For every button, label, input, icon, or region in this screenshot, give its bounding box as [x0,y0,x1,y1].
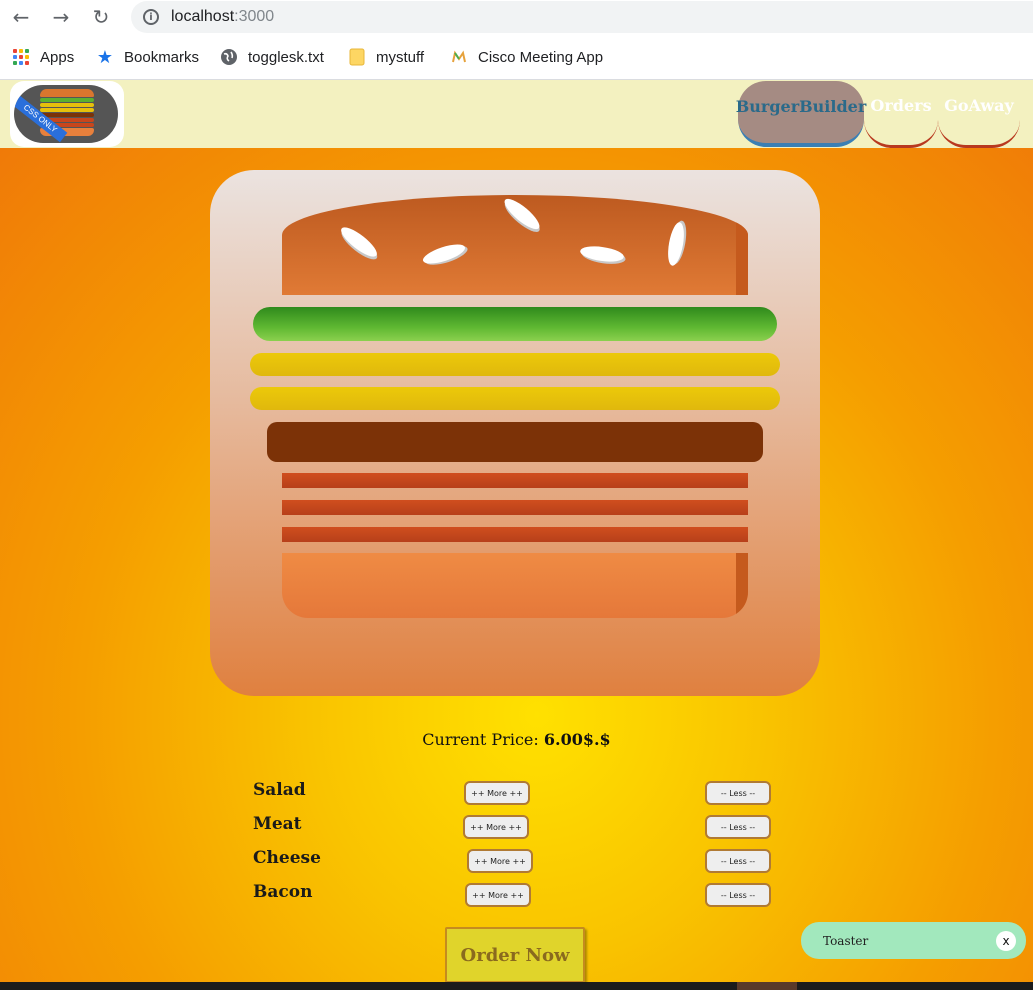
control-label: Meat [253,814,302,834]
bookmark-label: Bookmarks [124,48,200,66]
bookmark-cisco[interactable]: Cisco Meeting App [450,46,603,68]
bookmark-bookmarks[interactable]: ★ Bookmarks [96,46,199,68]
bookmarks-bar: Apps ★ Bookmarks togglesk.txt mystuff Ci… [0,38,1033,78]
ingredient-cheese [250,353,780,376]
less-salad-button[interactable]: -- Less -- [705,781,771,805]
control-label: Cheese [253,848,321,868]
ingredient-cheese [250,387,780,410]
build-control-meat: Meat ++ More ++ -- Less -- [253,814,773,840]
bookmark-apps[interactable]: Apps [12,46,74,68]
ingredient-bacon [282,527,748,542]
build-control-cheese: Cheese ++ More ++ -- Less -- [253,848,773,874]
seed-icon [500,195,544,234]
bookmark-label: mystuff [376,48,425,66]
burger-preview [210,170,820,696]
nav-orders[interactable]: Orders [864,80,938,148]
seed-icon [420,240,468,268]
address-bar[interactable]: i localhost:3000 [131,1,1033,33]
cisco-icon [450,48,468,66]
bookmark-label: Apps [40,48,75,66]
toaster-notification: Toaster x [801,922,1026,959]
price-label: Current Price: [422,730,539,749]
nav-burgerbuilder[interactable]: BurgerBuilder [736,81,866,147]
bread-bottom [282,553,748,618]
globe-icon [220,48,238,66]
ingredient-bacon [282,500,748,515]
control-label: Salad [253,780,306,800]
reload-icon[interactable]: ↻ [88,4,114,30]
bookmark-label: togglesk.txt [248,48,324,66]
bread-top [282,195,748,295]
price-value: 6.00$.$ [543,730,611,749]
app-toolbar: CSS ONLY BurgerBuilder Orders GoAway [0,80,1033,148]
more-salad-button[interactable]: ++ More ++ [464,781,530,805]
less-bacon-button[interactable]: -- Less -- [705,883,771,907]
seed-icon [665,221,687,267]
order-now-button[interactable]: Order Now [445,927,585,983]
bookmark-mystuff[interactable]: mystuff [348,46,424,68]
current-price: Current Price: 6.00$.$ [0,730,1033,749]
bookmark-togglesk[interactable]: togglesk.txt [220,46,324,68]
build-control-salad: Salad ++ More ++ -- Less -- [253,780,773,806]
more-meat-button[interactable]: ++ More ++ [463,815,529,839]
close-icon[interactable]: x [996,931,1016,951]
nav-goaway[interactable]: GoAway [938,80,1020,148]
browser-toolbar: ← → ↻ i localhost:3000 [0,0,1033,34]
more-bacon-button[interactable]: ++ More ++ [465,883,531,907]
toaster-text: Toaster [823,933,869,948]
folder-icon [348,48,366,66]
logo[interactable]: CSS ONLY [10,81,124,147]
forward-arrow-icon[interactable]: → [48,4,74,30]
less-cheese-button[interactable]: -- Less -- [705,849,771,873]
ingredient-bacon [282,473,748,488]
ingredient-salad [253,307,777,341]
info-icon[interactable]: i [143,9,159,25]
taskbar-strip [0,982,1033,990]
seed-icon [337,222,381,262]
more-cheese-button[interactable]: ++ More ++ [467,849,533,873]
build-control-bacon: Bacon ++ More ++ -- Less -- [253,882,773,908]
main-content: Current Price: 6.00$.$ Salad ++ More ++ … [0,148,1033,983]
bookmark-label: Cisco Meeting App [478,48,604,66]
apps-grid-icon [12,48,30,66]
star-icon: ★ [96,46,114,67]
back-arrow-icon[interactable]: ← [8,4,34,30]
logo-badge: CSS ONLY [14,85,118,143]
seed-icon [579,244,625,264]
url-text: localhost:3000 [171,8,275,25]
control-label: Bacon [253,882,313,902]
less-meat-button[interactable]: -- Less -- [705,815,771,839]
ingredient-meat [267,422,763,462]
taskbar-tab[interactable] [737,982,797,990]
